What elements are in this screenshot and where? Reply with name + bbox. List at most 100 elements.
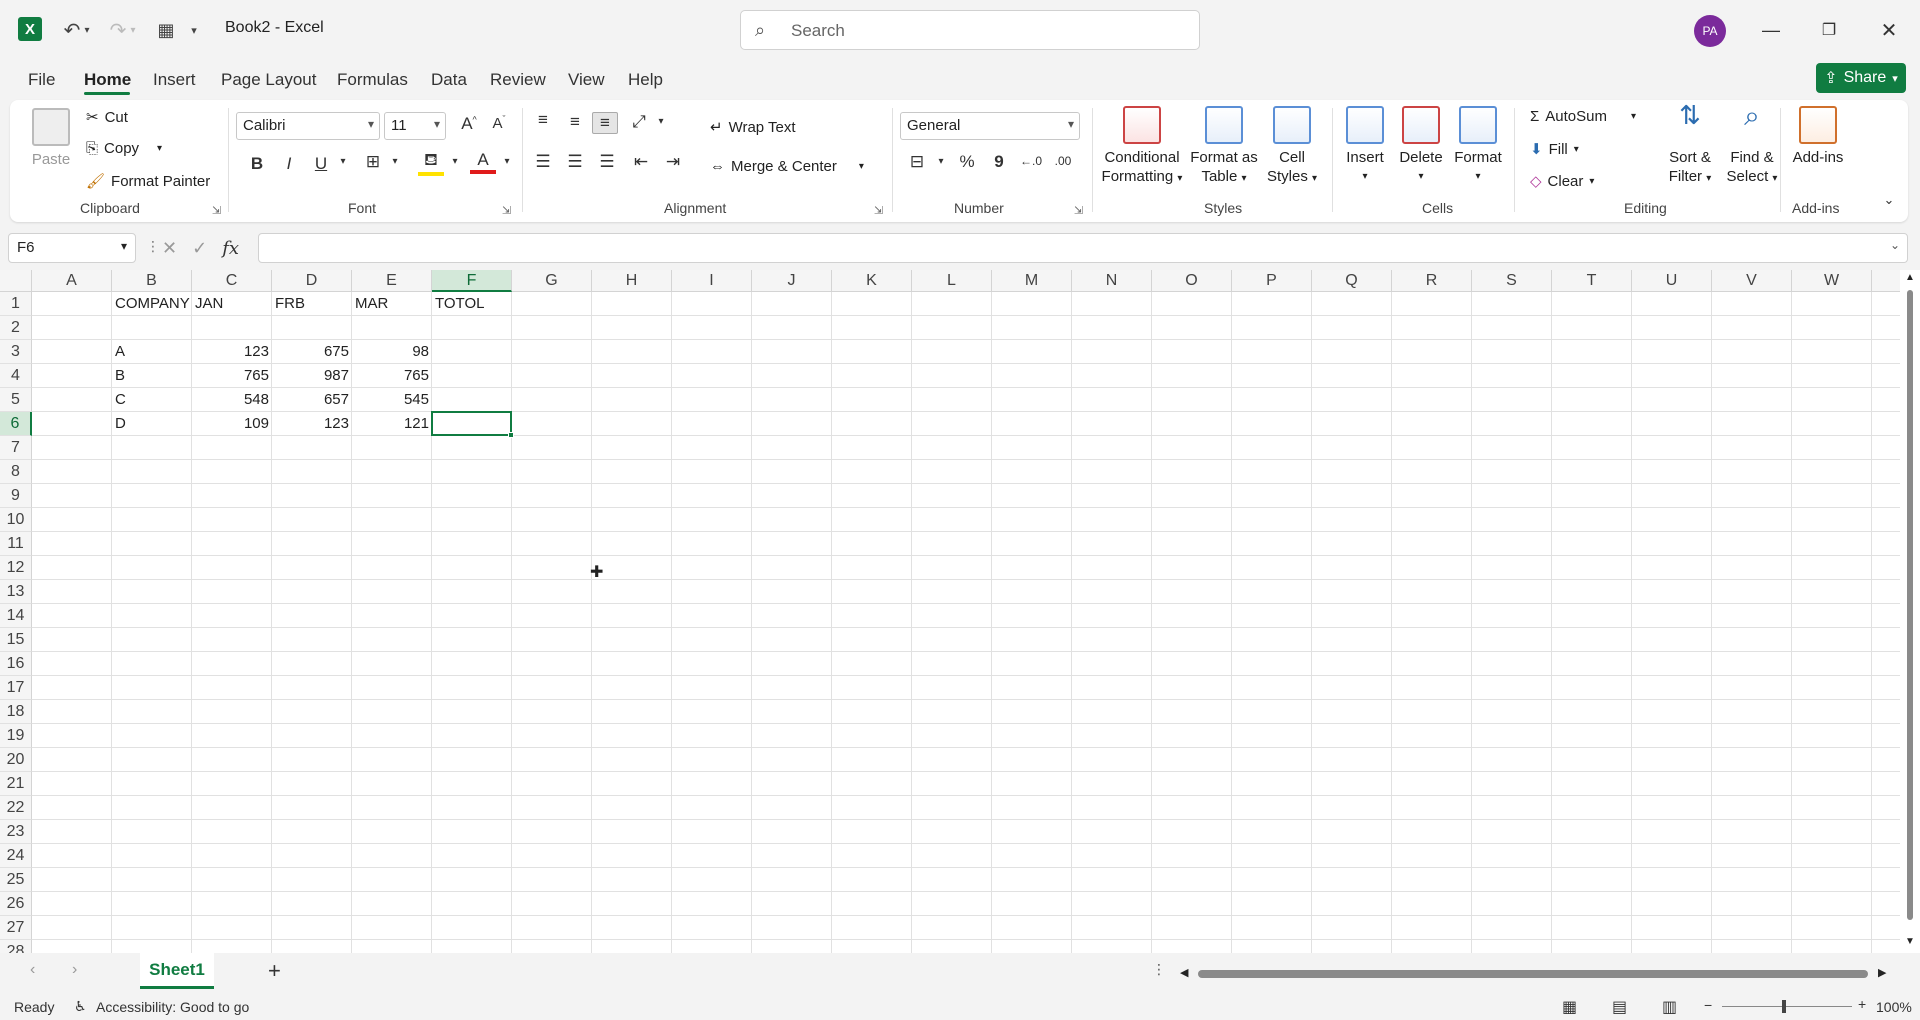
row-header[interactable]: 22: [0, 796, 32, 820]
column-header[interactable]: T: [1552, 270, 1632, 292]
cell-f1[interactable]: TOTOL: [432, 292, 512, 316]
column-header[interactable]: S: [1472, 270, 1552, 292]
cell-c3[interactable]: 123: [192, 340, 272, 364]
borders-dropdown-icon[interactable]: ▾: [382, 156, 408, 167]
column-header[interactable]: H: [592, 270, 672, 292]
increase-indent-icon[interactable]: ⇥: [660, 152, 686, 172]
fill-color-icon[interactable]: ⛾: [418, 150, 444, 176]
scroll-left-icon[interactable]: ◀: [1180, 966, 1188, 979]
minimize-icon[interactable]: —: [1748, 12, 1794, 48]
comma-style-button[interactable]: 9: [986, 152, 1012, 172]
sort-filter-button[interactable]: ⇅ Sort & Filter ▾: [1660, 102, 1720, 188]
cell-d5[interactable]: 657: [272, 388, 352, 412]
customize-toolbar-icon[interactable]: ▾: [186, 16, 202, 44]
row-header[interactable]: 5: [0, 388, 32, 412]
row-header[interactable]: 18: [0, 700, 32, 724]
column-header[interactable]: E: [352, 270, 432, 292]
cell-b5[interactable]: C: [112, 388, 192, 412]
row-header[interactable]: 24: [0, 844, 32, 868]
row-header[interactable]: 15: [0, 628, 32, 652]
tab-view[interactable]: View: [568, 70, 605, 90]
cell-d4[interactable]: 987: [272, 364, 352, 388]
accounting-format-icon[interactable]: ⊟: [904, 152, 930, 172]
cell-b1[interactable]: COMPANY: [112, 292, 192, 316]
tab-file[interactable]: File: [28, 70, 55, 90]
row-header[interactable]: 19: [0, 724, 32, 748]
column-header[interactable]: A: [32, 270, 112, 292]
find-select-button[interactable]: ⌕ Find & Select ▾: [1722, 102, 1782, 188]
add-ins-button[interactable]: Add-ins: [1788, 106, 1848, 167]
row-header[interactable]: 9: [0, 484, 32, 508]
font-name-select[interactable]: Calibri ▾: [236, 112, 380, 140]
close-icon[interactable]: ✕: [1866, 12, 1912, 48]
tab-formulas[interactable]: Formulas: [337, 70, 408, 90]
row-header[interactable]: 2: [0, 316, 32, 340]
next-sheet-icon[interactable]: ›: [72, 961, 77, 979]
enter-icon[interactable]: ✓: [192, 238, 207, 258]
row-header[interactable]: 4: [0, 364, 32, 388]
align-center-icon[interactable]: ☰: [562, 152, 588, 172]
align-left-icon[interactable]: ☰: [530, 152, 556, 172]
column-header[interactable]: Q: [1312, 270, 1392, 292]
tab-split-icon[interactable]: ⋮: [1152, 961, 1166, 978]
increase-decimal-icon[interactable]: ←.0: [1018, 154, 1044, 168]
column-header[interactable]: P: [1232, 270, 1312, 292]
paste-button[interactable]: Paste: [30, 108, 72, 169]
number-launcher-icon[interactable]: ⇲: [1074, 204, 1083, 217]
row-header[interactable]: 12: [0, 556, 32, 580]
tab-data[interactable]: Data: [431, 70, 467, 90]
increase-font-icon[interactable]: A^: [456, 114, 482, 134]
italic-button[interactable]: I: [276, 154, 302, 174]
column-header[interactable]: M: [992, 270, 1072, 292]
column-header[interactable]: L: [912, 270, 992, 292]
form-icon[interactable]: ▦: [152, 16, 180, 44]
row-header[interactable]: 8: [0, 460, 32, 484]
row-header[interactable]: 21: [0, 772, 32, 796]
column-header[interactable]: K: [832, 270, 912, 292]
column-header[interactable]: I: [672, 270, 752, 292]
cell-b3[interactable]: A: [112, 340, 192, 364]
cell-b4[interactable]: B: [112, 364, 192, 388]
row-header[interactable]: 26: [0, 892, 32, 916]
row-header[interactable]: 3: [0, 340, 32, 364]
add-sheet-button[interactable]: +: [268, 958, 281, 984]
row-header[interactable]: 11: [0, 532, 32, 556]
clipboard-launcher-icon[interactable]: ⇲: [212, 204, 221, 217]
normal-view-icon[interactable]: ▦: [1562, 997, 1577, 1017]
merge-center-button[interactable]: ⇔ Merge & Center ▾: [710, 158, 864, 175]
row-header[interactable]: 7: [0, 436, 32, 460]
alignment-launcher-icon[interactable]: ⇲: [874, 204, 883, 217]
row-header[interactable]: 25: [0, 868, 32, 892]
select-all-corner[interactable]: [0, 270, 32, 292]
format-painter-button[interactable]: 🖌 Format Painter: [86, 172, 210, 191]
vertical-scrollbar[interactable]: ▲ ▼: [1900, 270, 1920, 953]
copy-button[interactable]: ⎘ Copy ▾: [86, 140, 162, 157]
cell-d6[interactable]: 123: [272, 412, 352, 436]
share-button[interactable]: ⇪ Share ▾: [1816, 63, 1906, 93]
cell-c6[interactable]: 109: [192, 412, 272, 436]
autosum-button[interactable]: Σ AutoSum ▾: [1530, 108, 1636, 125]
vertical-scroll-thumb[interactable]: [1907, 290, 1913, 920]
zoom-in-icon[interactable]: +: [1858, 996, 1866, 1012]
search-input[interactable]: ⌕ Search: [740, 10, 1200, 50]
column-header[interactable]: V: [1712, 270, 1792, 292]
zoom-slider[interactable]: [1722, 1006, 1852, 1007]
percent-style-button[interactable]: %: [954, 152, 980, 172]
column-header[interactable]: B: [112, 270, 192, 292]
tab-review[interactable]: Review: [490, 70, 546, 90]
cell-styles-button[interactable]: Cell Styles ▾: [1264, 106, 1320, 188]
row-header[interactable]: 17: [0, 676, 32, 700]
decrease-decimal-icon[interactable]: .00: [1050, 154, 1076, 168]
row-header[interactable]: 20: [0, 748, 32, 772]
page-layout-view-icon[interactable]: ▤: [1612, 997, 1627, 1017]
row-header[interactable]: 23: [0, 820, 32, 844]
underline-dropdown-icon[interactable]: ▾: [330, 156, 356, 167]
redo-dropdown-icon[interactable]: ▾: [126, 16, 140, 44]
row-header[interactable]: 10: [0, 508, 32, 532]
page-break-view-icon[interactable]: ▥: [1662, 997, 1677, 1017]
font-size-select[interactable]: 11 ▾: [384, 112, 446, 140]
more-options-icon[interactable]: ⋮: [146, 238, 160, 255]
cell-c1[interactable]: JAN: [192, 292, 272, 316]
column-header[interactable]: J: [752, 270, 832, 292]
row-header[interactable]: 1: [0, 292, 32, 316]
